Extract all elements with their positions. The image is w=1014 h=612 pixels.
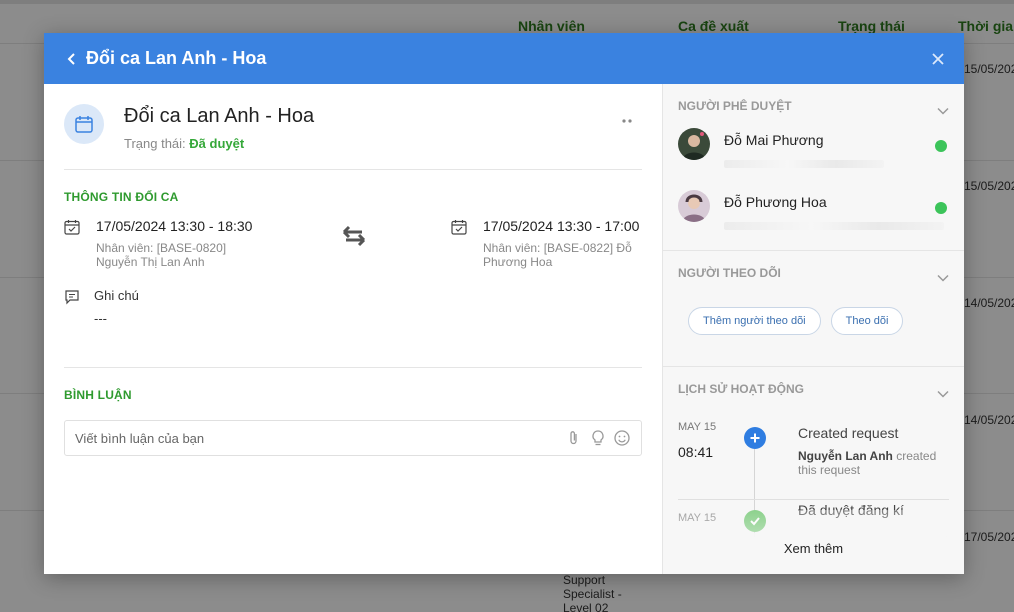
followers-label: Người theo dõi [678, 266, 781, 280]
activity-date-label: MAY 15 [678, 421, 717, 433]
follow-button[interactable]: Theo dõi [830, 307, 904, 335]
shift-from-time: 17/05/2024 13:30 - 18:30 [96, 218, 253, 234]
request-status: Trạng thái: Đã duyệt [124, 136, 314, 151]
close-icon[interactable] [928, 49, 948, 69]
lightbulb-icon[interactable] [589, 429, 607, 447]
request-details: Đổi ca Lan Anh - Hoa Trạng thái: Đã duyệ… [44, 84, 663, 574]
activity-content: Created request Nguyễn Lan Anh created t… [798, 425, 948, 477]
online-status-dot [935, 140, 947, 152]
status-badge: Đã duyệt [189, 136, 245, 151]
shift-to-time: 17/05/2024 13:30 - 17:00 [483, 218, 640, 234]
chevron-down-icon[interactable] [937, 269, 949, 282]
activity-section: Lịch sử hoạt động MAY 15 08:41 [663, 367, 964, 574]
activity-title: Created request [798, 425, 899, 441]
request-sidebar: Người phê duyệt Đỗ Mai Phương [663, 84, 964, 574]
chevron-down-icon[interactable] [937, 102, 949, 115]
note-value: --- [94, 311, 107, 326]
activity-time: 08:41 [678, 444, 714, 460]
shift-to-employee: Nhân viên: [BASE-0822] Đỗ Phương Hoa [483, 241, 632, 269]
activity-header[interactable]: Lịch sử hoạt động [678, 367, 949, 411]
modal-title: Đổi ca Lan Anh - Hoa [86, 48, 267, 68]
followers-header[interactable]: Người theo dõi [678, 251, 949, 295]
modal-header: Đổi ca Lan Anh - Hoa [44, 33, 964, 84]
approvers-section: Người phê duyệt Đỗ Mai Phương [663, 84, 964, 251]
more-options-icon[interactable] [620, 112, 634, 123]
comment-icon [64, 289, 80, 305]
online-status-dot [935, 202, 947, 214]
note-title: Ghi chú [94, 288, 139, 303]
shift-swap-modal: Đổi ca Lan Anh - Hoa Đổi ca Lan Anh - Ho… [44, 33, 964, 574]
calendar-check-icon [451, 219, 467, 235]
comments-section: Bình luận [64, 368, 642, 456]
avatar [678, 190, 710, 222]
request-header: Đổi ca Lan Anh - Hoa Trạng thái: Đã duyệ… [64, 84, 642, 170]
shift-from-employee: Nhân viên: [BASE-0820] Nguyễn Thị Lan An… [96, 241, 227, 269]
approver-subtitle [724, 160, 884, 168]
add-follower-button[interactable]: Thêm người theo dõi [688, 307, 821, 335]
avatar [678, 128, 710, 160]
followers-section: Người theo dõi Thêm người theo dõi Theo … [663, 251, 964, 367]
plus-icon [744, 427, 766, 449]
timeline-divider [678, 499, 949, 500]
activity-actor: Nguyễn Lan Anh [798, 449, 893, 463]
shift-from: 17/05/2024 13:30 - 18:30 Nhân viên: [BAS… [64, 218, 252, 269]
shift-info-section: Thông tin đổi ca 17/05/2024 13:30 - 18:3… [64, 170, 642, 368]
approver-item: Đỗ Phương Hoa [678, 190, 949, 252]
comments-label: Bình luận [64, 388, 132, 402]
activity-item: MAY 15 08:41 Created request Nguyễn Lan … [678, 411, 949, 537]
emoji-icon[interactable] [613, 429, 631, 447]
status-label: Trạng thái: [124, 136, 186, 151]
note-block: Ghi chú --- [64, 288, 139, 326]
approver-subtitle [724, 222, 944, 230]
calendar-check-icon [64, 219, 80, 235]
shift-to: 17/05/2024 13:30 - 17:00 Nhân viên: [BAS… [451, 218, 639, 269]
approvers-label: Người phê duyệt [678, 99, 792, 113]
approver-name: Đỗ Phương Hoa [724, 194, 827, 210]
activity-description: Nguyễn Lan Anh created this request [798, 449, 948, 477]
paperclip-icon[interactable] [565, 429, 583, 447]
chevron-down-icon[interactable] [937, 385, 949, 398]
modal-body: Đổi ca Lan Anh - Hoa Trạng thái: Đã duyệ… [44, 84, 964, 574]
comment-box [64, 420, 642, 456]
approver-item: Đỗ Mai Phương [678, 128, 949, 190]
swap-arrows-icon [340, 224, 368, 248]
activity-label: Lịch sử hoạt động [678, 382, 804, 396]
approver-name: Đỗ Mai Phương [724, 132, 824, 148]
calendar-icon [64, 104, 104, 144]
activity-date: MAY 15 08:41 [678, 411, 742, 499]
follower-actions: Thêm người theo dõi Theo dõi [678, 295, 949, 367]
see-more-button[interactable]: Xem thêm [678, 533, 949, 563]
shift-info-label: Thông tin đổi ca [64, 190, 179, 204]
request-title: Đổi ca Lan Anh - Hoa [124, 105, 315, 127]
chevron-left-icon[interactable] [64, 51, 80, 67]
approvers-header[interactable]: Người phê duyệt [678, 84, 949, 128]
activity-timeline: MAY 15 08:41 Created request Nguyễn Lan … [678, 411, 949, 537]
comment-input[interactable] [75, 430, 559, 446]
